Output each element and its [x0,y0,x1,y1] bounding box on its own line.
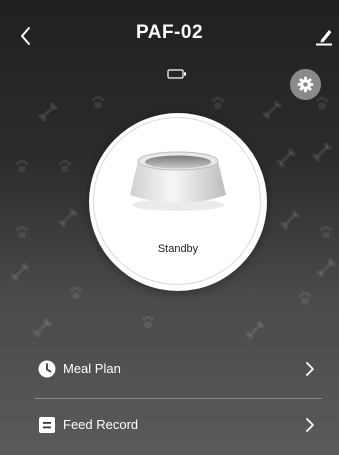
meal-plan-row[interactable]: Meal Plan [0,346,339,394]
chevron-right-icon [306,418,314,432]
feed-record-label: Feed Record [63,417,139,432]
page-title: PAF-02 [135,22,204,43]
feeder-status: Standby [157,243,199,255]
clock-icon [38,360,56,378]
feed-record-row[interactable]: Feed Record [0,402,339,450]
bowl-illustration [130,151,226,211]
battery-indicator [167,66,187,79]
gear-icon [297,76,314,93]
pencil-icon [316,30,332,46]
header: PAF-02 [0,0,339,70]
settings-button[interactable] [290,69,321,100]
chevron-right-icon [306,362,314,376]
battery-empty-icon [167,69,186,79]
menu-divider [35,398,322,399]
edit-button[interactable] [312,24,336,48]
feeder-screen: PAF-02 Standby Meal Plan Feed Record [0,0,339,455]
feeder-bowl-display: Standby [89,113,267,291]
record-icon [39,417,55,433]
meal-plan-label: Meal Plan [63,361,121,376]
